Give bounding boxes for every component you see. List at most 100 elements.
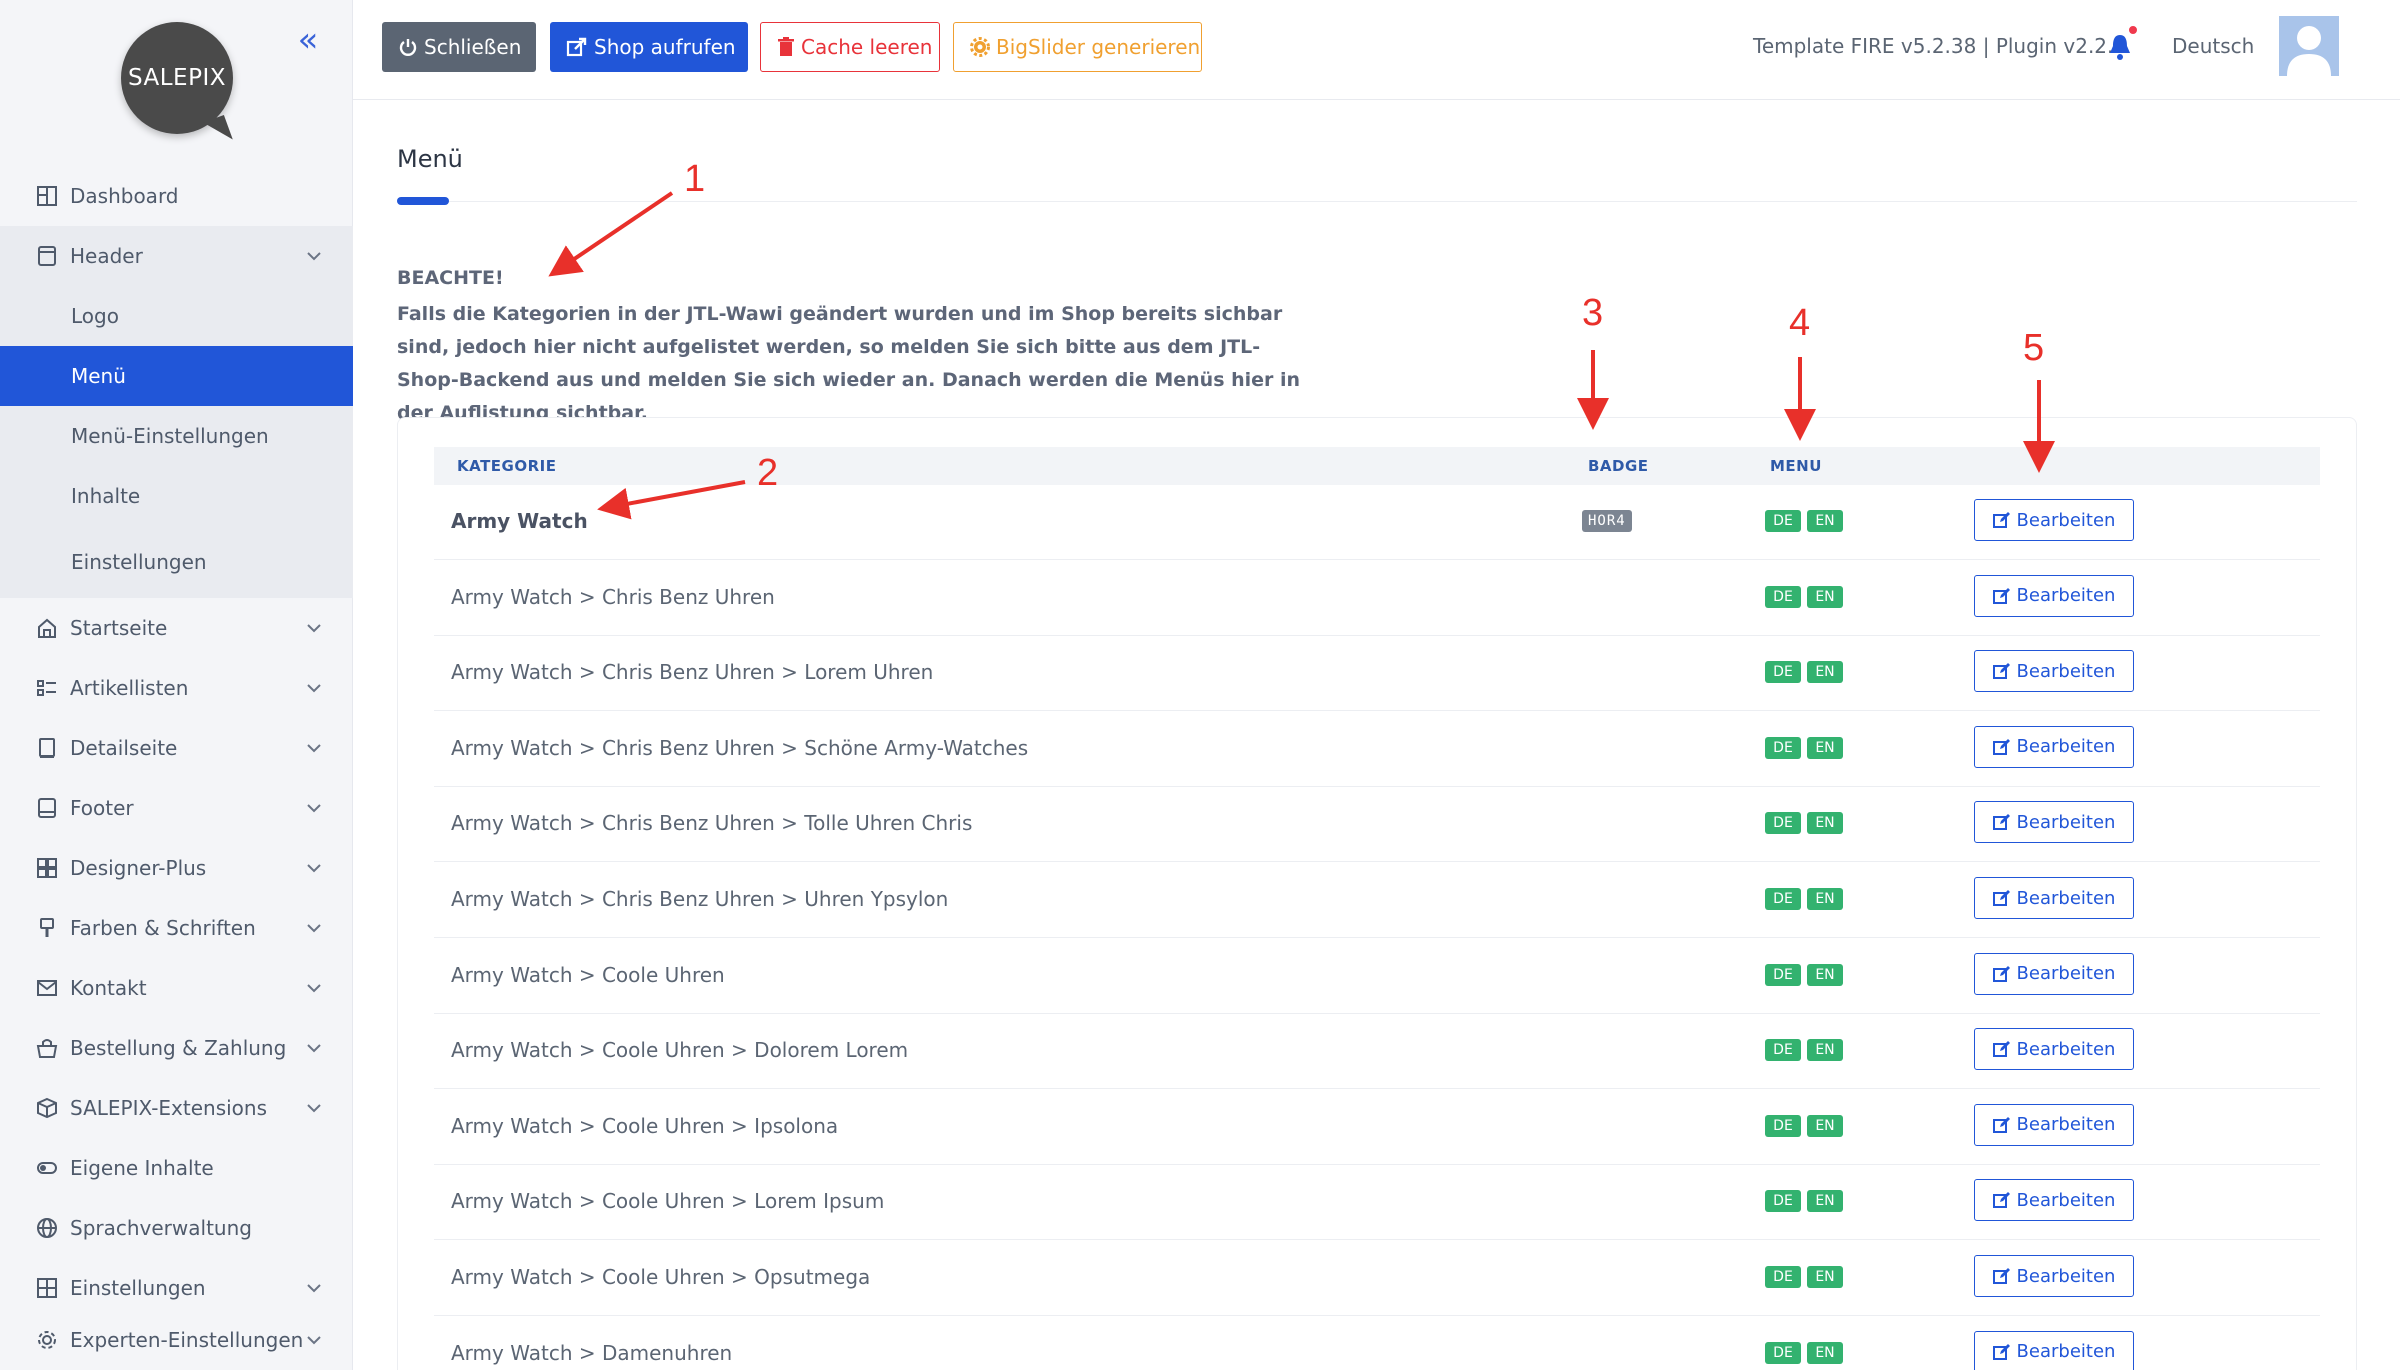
table-row: Army Watch > Chris Benz Uhren > Schöne A… [434, 712, 2320, 787]
edit-button-label: Bearbeiten [2016, 585, 2116, 607]
menu-lang-de-badge: DE [1765, 1266, 1801, 1288]
table-row: Army Watch > Coole Uhren > Dolorem Lorem… [434, 1014, 2320, 1090]
trash-icon [778, 37, 794, 56]
sidebar-item-detailseite[interactable]: Detailseite [0, 718, 353, 778]
menu-lang-en-badge: EN [1807, 1039, 1843, 1062]
notice-heading: BEACHTE! [397, 267, 504, 289]
chevron-down-icon [307, 1044, 321, 1053]
open-shop-button-label: Shop aufrufen [594, 35, 736, 59]
edit-icon [1992, 1192, 2010, 1209]
menu-lang-de-badge: DE [1765, 888, 1801, 910]
basket-icon [34, 1035, 60, 1061]
sidebar-subitem-menu[interactable]: Menü [0, 346, 353, 406]
edit-button[interactable]: Bearbeiten [1974, 877, 2134, 919]
sidebar-subitem-content[interactable]: Inhalte [0, 466, 353, 526]
sidebar-item-kontakt[interactable]: Kontakt [0, 958, 353, 1018]
globe-icon [34, 1215, 60, 1241]
edit-button[interactable]: Bearbeiten [1974, 650, 2134, 693]
chevron-down-icon [307, 804, 321, 813]
brush-icon [34, 915, 60, 941]
sidebar-item-eigene-inhalte[interactable]: Eigene Inhalte [0, 1138, 353, 1198]
edit-button-label: Bearbeiten [2016, 736, 2116, 758]
menu-lang-en-badge: EN [1807, 585, 1843, 608]
sidebar-item-salepix-extensions[interactable]: SALEPIX-Extensions [0, 1078, 353, 1138]
category-badge: HOR4 [1582, 510, 1632, 532]
edit-button[interactable]: Bearbeiten [1974, 499, 2134, 541]
edit-button[interactable]: Bearbeiten [1974, 574, 2134, 617]
sidebar-item-dashboard[interactable]: Dashboard [0, 166, 353, 226]
category-name: Army Watch > Coole Uhren [451, 962, 725, 987]
sidebar-item-label: Header [70, 244, 143, 268]
home-icon [34, 615, 60, 641]
table-row: Army Watch > Damenuhren DE EN Bearbeiten [434, 1317, 2320, 1370]
edit-button[interactable]: Bearbeiten [1974, 725, 2134, 768]
edit-icon [1992, 814, 2010, 831]
sidebar-item-farben-schriften[interactable]: Farben & Schriften [0, 898, 353, 958]
sidebar-item-experten-einstellungen[interactable]: Experten-Einstellungen [0, 1310, 353, 1370]
user-avatar[interactable] [2279, 16, 2339, 76]
bell-icon[interactable] [2107, 32, 2133, 62]
sidebar-item-footer[interactable]: Footer [0, 778, 353, 838]
sidebar-item-label: Dashboard [70, 184, 179, 208]
sidebar-item-designer-plus[interactable]: Designer-Plus [0, 838, 353, 898]
clear-cache-button[interactable]: Cache leeren [760, 22, 940, 72]
annotation-label-1: 1 [684, 158, 706, 200]
notification-dot [2127, 24, 2139, 36]
generate-bigslider-button[interactable]: BigSlider generieren [953, 22, 1202, 72]
category-name: Army Watch > Coole Uhren > Lorem Ipsum [451, 1189, 885, 1214]
category-name: Army Watch [451, 509, 588, 533]
edit-icon [1992, 965, 2010, 982]
edit-button[interactable]: Bearbeiten [1974, 1330, 2134, 1370]
sidebar-item-artikellisten[interactable]: Artikellisten [0, 658, 353, 718]
sidebar-subitem-label: Menü [71, 364, 126, 388]
edit-button[interactable]: Bearbeiten [1974, 1179, 2134, 1222]
sidebar-item-bestellung-zahlung[interactable]: Bestellung & Zahlung [0, 1018, 353, 1078]
table-row: Army Watch > Chris Benz Uhren DE EN Bear… [434, 561, 2320, 636]
annotation-label-5: 5 [2023, 327, 2045, 369]
edit-button[interactable]: Bearbeiten [1974, 952, 2134, 995]
salepix-logo[interactable]: SALEPIX [121, 22, 233, 134]
sidebar-item-sprachverwaltung[interactable]: Sprachverwaltung [0, 1198, 353, 1258]
sidebar-item-label: Eigene Inhalte [70, 1156, 214, 1180]
sidebar-item-label: Experten-Einstellungen [70, 1328, 304, 1352]
sidebar-item-label: Bestellung & Zahlung [70, 1036, 287, 1060]
edit-button[interactable]: Bearbeiten [1974, 1028, 2134, 1071]
collapse-sidebar-icon[interactable]: « [290, 22, 326, 58]
settings-grid-icon [34, 1275, 60, 1301]
power-icon [399, 39, 417, 56]
menu-lang-de-badge: DE [1765, 1190, 1801, 1213]
sidebar-item-label: SALEPIX-Extensions [70, 1096, 268, 1120]
sidebar-item-startseite[interactable]: Startseite [0, 598, 353, 658]
open-shop-button[interactable]: Shop aufrufen [550, 22, 748, 72]
menu-lang-de-badge: DE [1765, 963, 1801, 986]
edit-button-label: Bearbeiten [2016, 1341, 2116, 1363]
close-button-label: Schließen [424, 35, 522, 59]
version-text: Template FIRE v5.2.38 | Plugin v2.2.7 [1753, 34, 2127, 58]
sidebar-item-einstellungen[interactable]: Einstellungen [0, 1258, 353, 1318]
category-name: Army Watch > Coole Uhren > Ipsolona [451, 1113, 839, 1138]
language-selector[interactable]: Deutsch [2172, 34, 2254, 58]
edit-icon [1992, 1041, 2010, 1058]
sidebar-subitem-logo[interactable]: Logo [0, 286, 353, 346]
column-header-badge: BADGE [1588, 457, 1649, 475]
sidebar-item-label: Detailseite [70, 736, 178, 760]
menu-lang-de-badge: DE [1765, 736, 1801, 759]
close-button[interactable]: Schließen [382, 22, 536, 72]
edit-button[interactable]: Bearbeiten [1974, 1103, 2134, 1146]
generate-bigslider-button-label: BigSlider generieren [996, 35, 1201, 59]
edit-button-label: Bearbeiten [2016, 963, 2116, 985]
category-name: Army Watch > Damenuhren [451, 1340, 733, 1365]
sidebar-subitem-menu-settings[interactable]: Menü-Einstellungen [0, 406, 353, 466]
table-row: Army Watch > Chris Benz Uhren > Tolle Uh… [434, 787, 2320, 863]
title-divider [397, 201, 2357, 202]
menu-lang-de-badge: DE [1765, 661, 1801, 684]
edit-icon [1992, 1116, 2010, 1133]
sidebar-subitem-settings[interactable]: Einstellungen [0, 526, 353, 598]
sidebar-item-header[interactable]: Header [0, 226, 353, 286]
menu-lang-en-badge: EN [1807, 1341, 1843, 1364]
table-row: Army Watch > Coole Uhren > Ipsolona DE E… [434, 1090, 2320, 1165]
edit-button[interactable]: Bearbeiten [1974, 801, 2134, 844]
category-name: Army Watch > Coole Uhren > Dolorem Lorem [451, 1038, 909, 1063]
menu-lang-de-badge: DE [1765, 510, 1801, 532]
edit-button[interactable]: Bearbeiten [1974, 1255, 2134, 1297]
